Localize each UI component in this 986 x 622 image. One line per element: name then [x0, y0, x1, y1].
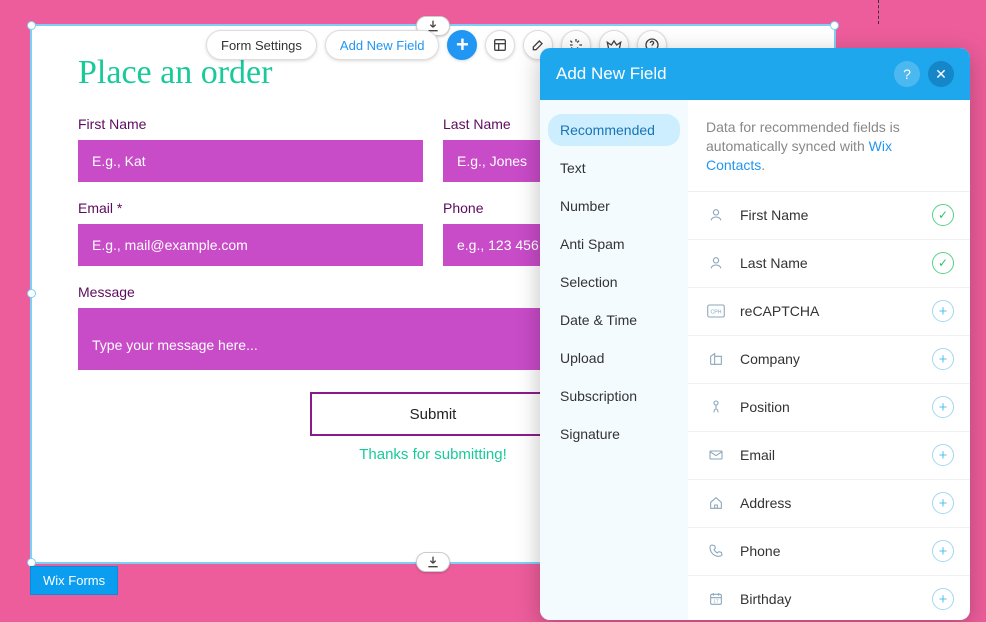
field-option-label: Company — [740, 351, 932, 367]
field-list: First Name Last Name CPH reCAPTCHA Company Po… — [688, 192, 970, 620]
field-option-label: Position — [740, 399, 932, 415]
field-option-recaptcha[interactable]: CPH reCAPTCHA — [688, 288, 970, 336]
element-tag[interactable]: Wix Forms — [30, 566, 118, 595]
position-icon — [704, 399, 728, 415]
field-option-last-name[interactable]: Last Name — [688, 240, 970, 288]
category-upload[interactable]: Upload — [548, 342, 680, 374]
resize-handle[interactable] — [27, 289, 36, 298]
calendar-icon: 17 — [704, 591, 728, 607]
add-field-button[interactable] — [932, 492, 954, 514]
field-option-address[interactable]: Address — [688, 480, 970, 528]
panel-help-button[interactable]: ? — [894, 61, 920, 87]
submit-button[interactable]: Submit — [310, 392, 556, 436]
resize-handle[interactable] — [27, 21, 36, 30]
field-label: First Name — [78, 116, 423, 132]
captcha-icon: CPH — [704, 304, 728, 318]
category-text[interactable]: Text — [548, 152, 680, 184]
add-field-button[interactable] — [932, 588, 954, 610]
desc-end: . — [761, 157, 765, 173]
field-option-position[interactable]: Position — [688, 384, 970, 432]
layout-icon — [492, 37, 508, 53]
category-list: Recommended Text Number Anti Spam Select… — [540, 100, 688, 620]
svg-text:17: 17 — [713, 599, 719, 604]
add-field-button[interactable] — [932, 540, 954, 562]
add-button[interactable]: + — [447, 30, 477, 60]
field-option-label: First Name — [740, 207, 932, 223]
field-label: Email * — [78, 200, 423, 216]
category-selection[interactable]: Selection — [548, 266, 680, 298]
panel-close-button[interactable]: ✕ — [928, 61, 954, 87]
category-number[interactable]: Number — [548, 190, 680, 222]
form-settings-button[interactable]: Form Settings — [206, 30, 317, 60]
field-option-label: Email — [740, 447, 932, 463]
field-option-label: reCAPTCHA — [740, 303, 932, 319]
panel-title: Add New Field — [556, 64, 667, 84]
resize-handle[interactable] — [830, 21, 839, 30]
field-option-label: Phone — [740, 543, 932, 559]
add-field-panel: Add New Field ? ✕ Recommended Text Numbe… — [540, 48, 970, 620]
add-field-button[interactable] — [932, 444, 954, 466]
field-option-birthday[interactable]: 17 Birthday — [688, 576, 970, 620]
fields-column: Data for recommended fields is automatic… — [688, 100, 970, 620]
layout-button[interactable] — [485, 30, 515, 60]
add-new-field-button[interactable]: Add New Field — [325, 30, 440, 60]
panel-header: Add New Field ? ✕ — [540, 48, 970, 100]
stretch-handle-bottom[interactable] — [416, 552, 450, 572]
person-icon — [704, 255, 728, 271]
field-email: Email * — [78, 200, 423, 266]
fields-description: Data for recommended fields is automatic… — [688, 100, 970, 192]
svg-text:CPH: CPH — [710, 309, 721, 315]
add-field-button[interactable] — [932, 300, 954, 322]
add-field-button[interactable] — [932, 348, 954, 370]
person-icon — [704, 207, 728, 223]
mail-icon — [704, 447, 728, 463]
category-date-time[interactable]: Date & Time — [548, 304, 680, 336]
category-anti-spam[interactable]: Anti Spam — [548, 228, 680, 260]
field-option-first-name[interactable]: First Name — [688, 192, 970, 240]
phone-icon — [704, 543, 728, 559]
company-icon — [704, 351, 728, 367]
field-option-company[interactable]: Company — [688, 336, 970, 384]
field-option-label: Address — [740, 495, 932, 511]
category-signature[interactable]: Signature — [548, 418, 680, 450]
field-first-name: First Name — [78, 116, 423, 182]
field-option-label: Last Name — [740, 255, 932, 271]
first-name-input[interactable] — [78, 140, 423, 182]
add-field-button[interactable] — [932, 396, 954, 418]
added-indicator — [932, 204, 954, 226]
field-option-phone[interactable]: Phone — [688, 528, 970, 576]
category-recommended[interactable]: Recommended — [548, 114, 680, 146]
added-indicator — [932, 252, 954, 274]
field-option-label: Birthday — [740, 591, 932, 607]
home-icon — [704, 495, 728, 511]
field-option-email[interactable]: Email — [688, 432, 970, 480]
email-input[interactable] — [78, 224, 423, 266]
category-subscription[interactable]: Subscription — [548, 380, 680, 412]
ruler-guide — [878, 0, 879, 24]
download-icon — [425, 554, 441, 570]
